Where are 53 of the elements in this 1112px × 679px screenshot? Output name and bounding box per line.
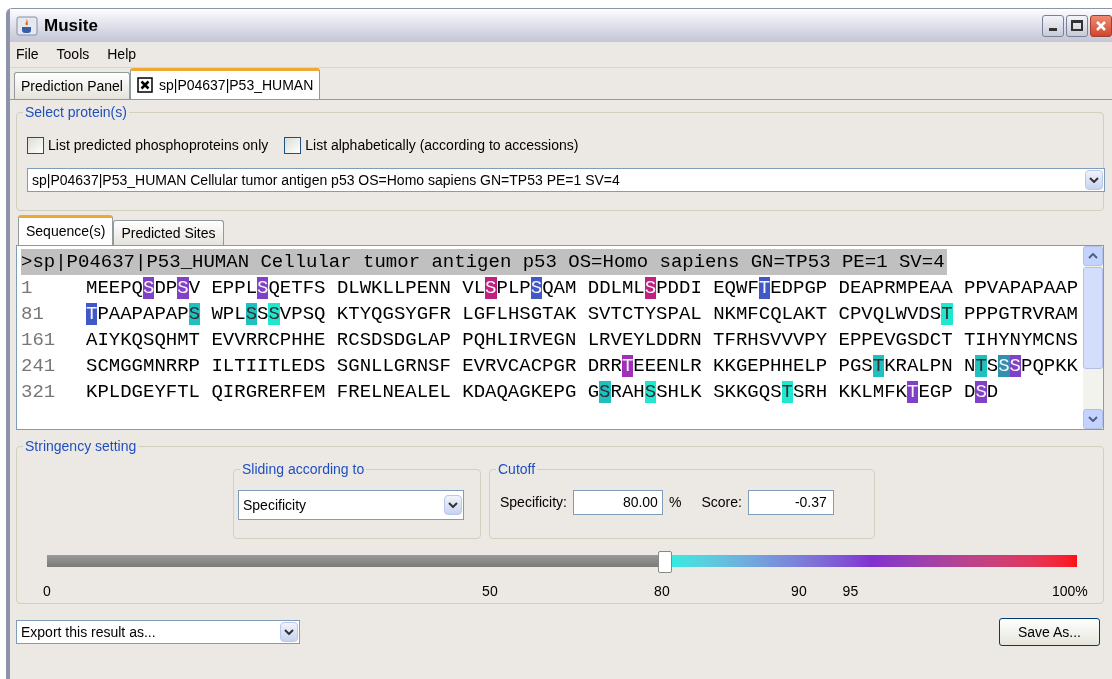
tab[interactable]: sp|P04637|P53_HUMAN xyxy=(129,68,321,99)
slider-track[interactable] xyxy=(47,555,1077,567)
tick-label: 0 xyxy=(43,582,51,601)
group-title: Select protein(s) xyxy=(23,103,129,121)
tick-label: 80 xyxy=(654,582,670,601)
sequence-header: >sp|P04637|P53_HUMAN Cellular tumor antigen p53 OS=Homo sapiens GN=TP53 PE=1 SV=4 xyxy=(21,249,947,275)
checkbox-label: List predicted phosphoproteins only xyxy=(48,136,269,155)
line-number: 241 xyxy=(21,354,57,379)
specificity-field[interactable]: 80.00 xyxy=(572,490,663,515)
group-title: Stringency setting xyxy=(23,437,139,455)
tick-label: 100% xyxy=(1051,582,1088,601)
tick-label: 95 xyxy=(842,582,859,601)
caret-icon xyxy=(284,629,294,635)
sequence-line: TPAAPAPAPS WPLSSSVPSQ KTYQGSYGFR LGFLHSGTAK SVTCTYSPAL NKMFCQLAKT CPVQLWVDST PPPGTRVRAM xyxy=(86,302,1078,327)
menu-item[interactable]: Tools xyxy=(56,44,90,65)
minimize-button[interactable] xyxy=(1042,14,1064,37)
menu-item[interactable]: Help xyxy=(107,44,137,65)
checkbox[interactable] xyxy=(284,137,302,154)
close-icon[interactable] xyxy=(136,77,153,93)
caret-icon xyxy=(1089,177,1099,183)
scroll-down-icon[interactable] xyxy=(1088,416,1098,422)
tick-label: 50 xyxy=(482,582,498,601)
unit-label: % xyxy=(668,493,682,512)
group-title: Sliding according to xyxy=(240,460,367,478)
specificity-label: Specificity: xyxy=(500,493,567,512)
sliding-dropdown[interactable]: Specificity xyxy=(238,490,464,520)
sequence-line: AIYKQSQHMT EVVRRCPHHE RCSDSDGLAP PQHLIRVEGN LRVEYLDDRN TFRHSVVVPY EPPEVGSDCT TIHYNYMCNS xyxy=(86,328,1078,353)
score-label: Score: xyxy=(701,493,742,512)
menu-item[interactable]: File xyxy=(16,44,39,65)
scroll-up-icon[interactable] xyxy=(1088,253,1098,259)
sequence-line: MEEPQSDPSV EPPLSQETFS DLWKLLPENN VLSPLPSQAM DDLMLSPDDI EQWFTEDPGP DEAPRMPEAA PPVAPAPAAP xyxy=(86,276,1079,301)
checkbox[interactable] xyxy=(27,137,44,154)
tab[interactable]: Prediction Panel xyxy=(14,72,130,99)
checkbox-label: List alphabetically (according to accessions) xyxy=(305,136,579,155)
tick-label: 90 xyxy=(791,582,807,601)
line-number: 161 xyxy=(21,328,57,353)
coffee-cup-icon xyxy=(16,15,38,36)
line-number: 321 xyxy=(21,380,57,405)
caret-icon xyxy=(448,502,458,508)
close-icon xyxy=(1095,19,1107,32)
maximize-button[interactable] xyxy=(1066,14,1088,37)
tab[interactable]: Sequence(s) xyxy=(18,215,114,245)
line-number: 81 xyxy=(21,302,45,327)
save-as-button[interactable]: Save As... xyxy=(998,618,1100,646)
score-field[interactable]: -0.37 xyxy=(747,490,834,515)
window-title: Musite xyxy=(44,14,98,37)
slider-thumb[interactable] xyxy=(658,551,672,573)
scroll-bar[interactable] xyxy=(1083,246,1103,429)
export-dropdown[interactable]: Export this result as... xyxy=(16,620,300,644)
close-button[interactable] xyxy=(1090,14,1112,37)
tab[interactable]: Predicted Sites xyxy=(113,220,224,245)
line-number: 1 xyxy=(21,276,34,301)
protein-dropdown[interactable]: sp|P04637|P53_HUMAN Cellular tumor antigen p53 OS=Homo sapiens GN=TP53 PE=1 SV=4 xyxy=(27,168,1105,192)
